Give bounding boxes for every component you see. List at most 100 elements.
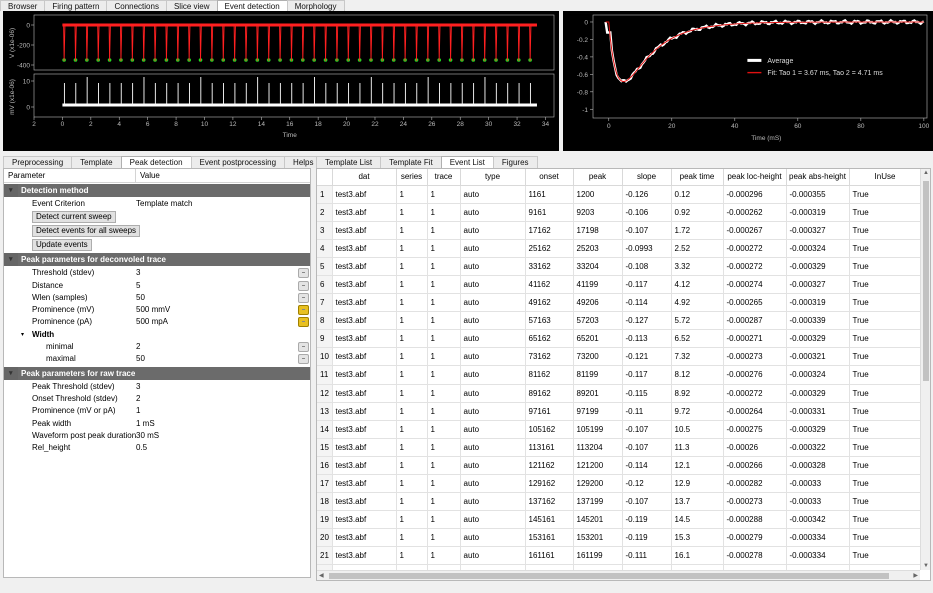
scroll-down-icon[interactable]: ▼ (923, 563, 929, 569)
row-number[interactable]: 18 (317, 492, 333, 512)
table-cell[interactable]: -0.000264 (723, 402, 787, 421)
scroll-right-icon[interactable]: ▶ (913, 572, 918, 579)
table-row[interactable]: 7 test3.abf 1 1 auto 49162 49206 -0.114 4.92 -0.0… (317, 293, 920, 313)
table-cell[interactable]: 89201 (573, 384, 623, 403)
table-cell[interactable]: 1 (396, 311, 428, 331)
table-cell[interactable]: auto (460, 239, 526, 258)
table-cell[interactable]: 1 (396, 384, 428, 403)
table-cell[interactable]: 1 (396, 275, 428, 295)
table-cell[interactable]: -0.117 (622, 365, 672, 385)
table-cell[interactable]: 1 (396, 293, 428, 313)
table-cell[interactable]: 137162 (525, 492, 574, 512)
table-cell[interactable]: -0.000273 (723, 492, 787, 512)
param-value[interactable]: 50 (136, 292, 145, 304)
table-cell[interactable]: True (849, 185, 920, 204)
table-cell[interactable]: -0.000327 (786, 275, 850, 295)
column-header-index[interactable] (317, 169, 333, 186)
table-cell[interactable]: -0.000324 (786, 239, 850, 258)
table-cell[interactable]: True (849, 492, 920, 512)
param-row-waveform-post-peak-duration[interactable]: Waveform post peak duration 30 mS (4, 430, 310, 442)
reset-default-icon[interactable] (298, 305, 309, 316)
row-number[interactable]: 6 (317, 275, 333, 295)
table-cell[interactable]: -0.00033 (786, 474, 850, 494)
table-cell[interactable]: 25162 (525, 239, 574, 258)
table-cell[interactable]: -0.000265 (723, 293, 787, 313)
scroll-up-icon[interactable]: ▲ (923, 170, 929, 176)
table-cell[interactable]: -0.000275 (723, 420, 787, 439)
table-cell[interactable]: -0.000324 (786, 365, 850, 385)
table-cell[interactable]: auto (460, 293, 526, 313)
column-header-peak[interactable]: peak (573, 169, 623, 186)
table-cell[interactable]: 129200 (573, 474, 623, 494)
table-cell[interactable]: 6.52 (671, 329, 724, 349)
table-cell[interactable]: -0.000327 (786, 221, 850, 240)
param-value[interactable]: 1 mS (136, 418, 155, 430)
table-cell[interactable]: -0.107 (622, 438, 672, 457)
table-cell[interactable]: auto (460, 384, 526, 403)
table-cell[interactable]: 81162 (525, 365, 574, 385)
table-cell[interactable]: 1 (427, 438, 461, 457)
table-cell[interactable]: -0.108 (622, 257, 672, 276)
table-cell[interactable]: auto (460, 365, 526, 385)
table-cell[interactable]: 105162 (525, 420, 574, 439)
row-number[interactable]: 4 (317, 239, 333, 258)
table-cell[interactable]: 1 (396, 221, 428, 240)
table-cell[interactable]: -0.000329 (786, 420, 850, 439)
column-header-dat[interactable]: dat (332, 169, 397, 186)
table-cell[interactable]: -0.114 (622, 293, 672, 313)
table-cell[interactable]: -0.127 (622, 311, 672, 331)
table-cell[interactable]: True (849, 221, 920, 240)
table-cell[interactable]: 9.72 (671, 402, 724, 421)
table-cell[interactable]: 57203 (573, 311, 623, 331)
table-row[interactable]: 11 test3.abf 1 1 auto 81162 81199 -0.117 8.12 -0.… (317, 365, 920, 385)
table-cell[interactable]: -0.000266 (723, 456, 787, 476)
table-cell[interactable]: -0.000279 (723, 528, 787, 548)
table-cell[interactable]: -0.000282 (723, 474, 787, 494)
table-cell[interactable]: 97199 (573, 402, 623, 421)
table-cell[interactable]: 65201 (573, 329, 623, 349)
table-row[interactable]: 18 test3.abf 1 1 auto 137162 137199 -0.107 13.7-… (317, 492, 920, 512)
table-cell[interactable]: True (849, 474, 920, 494)
table-cell[interactable]: True (849, 365, 920, 385)
table-cell[interactable]: True (849, 546, 920, 566)
table-cell[interactable]: 113204 (573, 438, 623, 457)
table-cell[interactable]: 1 (427, 384, 461, 403)
table-cell[interactable]: 153161 (525, 528, 574, 548)
table-cell[interactable]: True (849, 384, 920, 403)
table-cell[interactable]: 1 (427, 293, 461, 313)
table-cell[interactable]: 145161 (525, 510, 574, 530)
table-cell[interactable]: -0.000262 (723, 203, 787, 222)
table-cell[interactable]: 9203 (573, 203, 623, 222)
table-cell[interactable]: 1 (427, 492, 461, 512)
row-number[interactable]: 12 (317, 384, 333, 403)
row-number[interactable]: 15 (317, 438, 333, 457)
table-cell[interactable]: 97161 (525, 402, 574, 421)
row-number[interactable]: 17 (317, 474, 333, 494)
table-cell[interactable]: auto (460, 456, 526, 476)
table-cell[interactable]: -0.00033 (786, 492, 850, 512)
table-cell[interactable]: -0.000273 (723, 347, 787, 367)
horizontal-scrollbar[interactable]: ◀ ▶ (317, 570, 920, 580)
table-cell[interactable]: 3.32 (671, 257, 724, 276)
table-cell[interactable]: 1 (427, 402, 461, 421)
reset-default-icon[interactable] (298, 268, 309, 279)
table-cell[interactable]: 33204 (573, 257, 623, 276)
table-cell[interactable]: 1 (427, 510, 461, 530)
table-cell[interactable]: -0.113 (622, 329, 672, 349)
table-cell[interactable]: -0.000319 (786, 293, 850, 313)
table-cell[interactable]: test3.abf (332, 329, 397, 349)
tab-browser[interactable]: Browser (0, 0, 46, 11)
column-header-type[interactable]: type (460, 169, 526, 186)
table-cell[interactable]: 1 (396, 402, 428, 421)
row-number[interactable]: 9 (317, 329, 333, 349)
row-number[interactable]: 5 (317, 257, 333, 276)
table-row[interactable]: 16 test3.abf 1 1 auto 121162 121200 -0.114 12.1-… (317, 456, 920, 476)
table-row[interactable]: 6 test3.abf 1 1 auto 41162 41199 -0.117 4.12 -0.0… (317, 275, 920, 295)
param-row-maximal[interactable]: maximal 50 (4, 353, 310, 365)
table-cell[interactable]: test3.abf (332, 203, 397, 222)
table-cell[interactable]: auto (460, 528, 526, 548)
update-events-button[interactable]: Update events (32, 239, 92, 252)
table-cell[interactable]: -0.12 (622, 474, 672, 494)
param-row-minimal[interactable]: minimal 2 (4, 341, 310, 353)
table-cell[interactable]: 12.1 (671, 456, 724, 476)
